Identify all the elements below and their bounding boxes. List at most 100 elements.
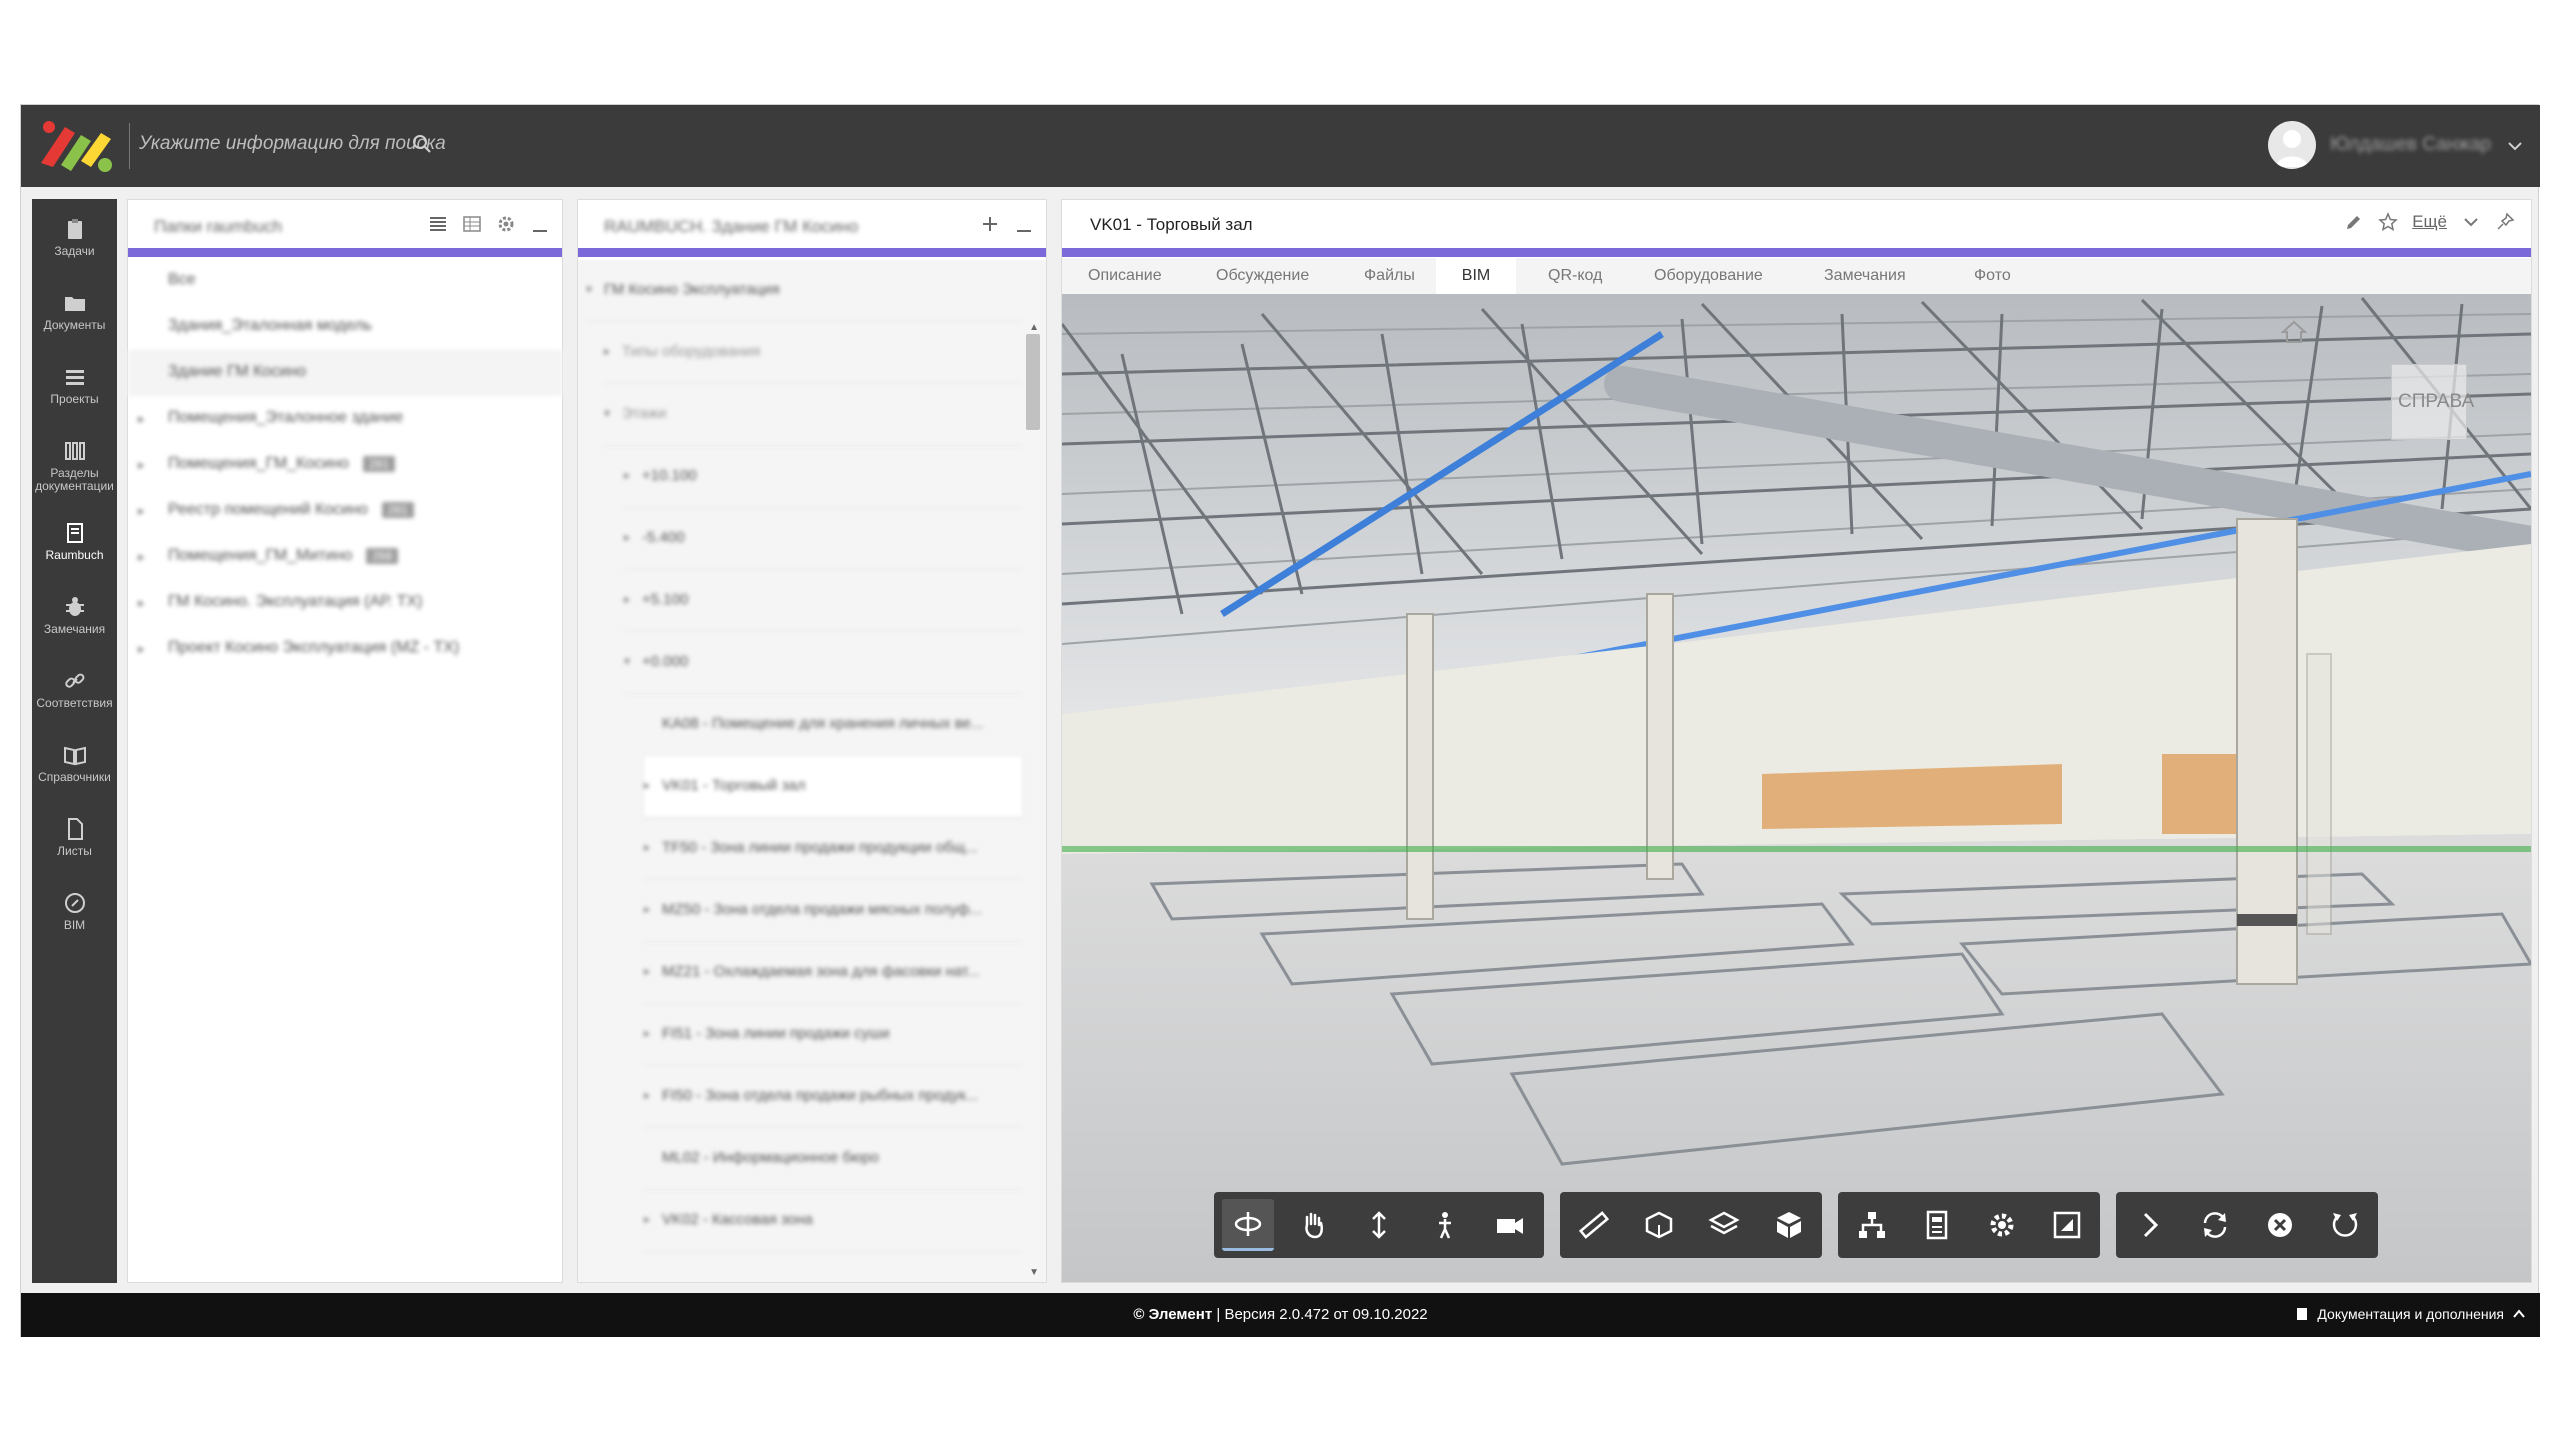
minimize-icon[interactable] bbox=[1014, 214, 1034, 234]
list-item[interactable]: ▸ Помещения_ГМ_Митино 268 bbox=[128, 534, 562, 580]
list-item[interactable]: Все bbox=[128, 258, 562, 304]
tab-discussion[interactable]: Обсуждение bbox=[1204, 258, 1321, 294]
bim-viewer[interactable]: СПРАВА bbox=[1062, 294, 2531, 1282]
footer-docs-link[interactable]: Документация и дополнения bbox=[2295, 1306, 2526, 1322]
list-item[interactable]: ▸ Помещения_ГМ_Косино 281 bbox=[128, 442, 562, 488]
list-item[interactable]: ▸ Реестр помещений Косино 281 bbox=[128, 488, 562, 534]
expand-arrow-icon[interactable]: ▸ bbox=[138, 641, 145, 657]
add-icon[interactable] bbox=[980, 214, 1000, 234]
tab-qr-code[interactable]: QR-код bbox=[1536, 258, 1614, 294]
expand-arrow-icon[interactable]: ▸ bbox=[138, 549, 145, 565]
tree-item[interactable]: ▸ Типы оборудования bbox=[604, 322, 1022, 384]
expand-arrow-icon[interactable]: ▸ bbox=[624, 530, 630, 544]
expand-arrow-icon[interactable]: ▸ bbox=[644, 902, 650, 916]
model-tree-button[interactable] bbox=[1846, 1199, 1897, 1251]
close-button[interactable] bbox=[2254, 1199, 2305, 1251]
list-view-icon[interactable] bbox=[428, 214, 448, 234]
expand-arrow-icon[interactable]: ▸ bbox=[624, 592, 630, 606]
expand-arrow-icon[interactable]: ▸ bbox=[644, 964, 650, 978]
list-item[interactable]: ▸ ГМ Косино. Эксплуатация (АР. ТХ) bbox=[128, 580, 562, 626]
minimize-icon[interactable] bbox=[530, 214, 550, 234]
avatar[interactable] bbox=[2268, 121, 2316, 169]
tree-item[interactable]: ▸ FI51 - Зона линии продажи суши bbox=[644, 1004, 1022, 1066]
nav-item-tasks[interactable]: Задачи bbox=[32, 207, 117, 273]
gear-icon[interactable] bbox=[496, 214, 516, 234]
refresh-button[interactable] bbox=[2189, 1199, 2240, 1251]
nav-item-sections[interactable]: Разделы документации bbox=[32, 429, 117, 503]
expand-arrow-icon[interactable]: ▸ bbox=[624, 468, 630, 482]
zoom-tool-button[interactable] bbox=[1353, 1199, 1405, 1251]
chevron-down-icon[interactable] bbox=[2461, 212, 2481, 232]
measure-tool-button[interactable] bbox=[1568, 1199, 1619, 1251]
list-item[interactable]: Здание ГМ Косино bbox=[128, 350, 562, 396]
nav-item-references[interactable]: Справочники bbox=[32, 733, 117, 799]
tree-item[interactable]: KA08 - Помещение для хранения личных ве.… bbox=[644, 694, 1022, 756]
chevron-down-icon[interactable] bbox=[2506, 137, 2524, 155]
expand-arrow-icon[interactable]: ▸ bbox=[644, 1212, 650, 1226]
orbit-tool-button[interactable] bbox=[1222, 1199, 1274, 1251]
scrollbar-thumb[interactable] bbox=[1026, 334, 1040, 430]
expand-arrow-icon[interactable]: ▸ bbox=[138, 503, 145, 519]
tree-item[interactable]: ▸ VK01 - Торговый зал bbox=[644, 756, 1022, 818]
user-menu[interactable]: Юлдашев Санжар bbox=[2268, 119, 2528, 173]
expand-arrow-icon[interactable]: ▸ bbox=[604, 344, 610, 358]
bim-3d-scene[interactable] bbox=[1062, 294, 2531, 1282]
tree-item[interactable]: ▸ -5.400 bbox=[624, 508, 1022, 570]
tab-bim[interactable]: BIM bbox=[1436, 258, 1516, 294]
scroll-up-icon[interactable]: ▲ bbox=[1029, 322, 1039, 333]
properties-button[interactable] bbox=[1911, 1199, 1962, 1251]
star-icon[interactable] bbox=[2378, 212, 2398, 232]
tree-item[interactable]: ML02 - Информационное бюро bbox=[644, 1128, 1022, 1190]
collapse-arrow-icon[interactable]: ▾ bbox=[604, 406, 610, 420]
view-cube[interactable]: СПРАВА bbox=[2391, 364, 2474, 440]
nav-item-projects[interactable]: Проекты bbox=[32, 355, 117, 421]
nav-item-remarks[interactable]: Замечания bbox=[32, 585, 117, 651]
tab-remarks[interactable]: Замечания bbox=[1812, 258, 1918, 294]
pin-icon[interactable] bbox=[2495, 212, 2515, 232]
section-tool-button[interactable] bbox=[1633, 1199, 1684, 1251]
nav-item-raumbuch[interactable]: Raumbuch bbox=[32, 511, 117, 577]
list-item[interactable]: ▸ Проект Косино Эксплуатация (МZ - ТХ) bbox=[128, 626, 562, 672]
more-button[interactable]: Ещё bbox=[2412, 212, 2447, 232]
collapse-arrow-icon[interactable]: ▾ bbox=[624, 654, 630, 668]
tree-item[interactable]: ▸ FI50 - Зона отдела продажи рыбных проду… bbox=[644, 1066, 1022, 1128]
tab-files[interactable]: Файлы bbox=[1352, 258, 1427, 294]
tree-item[interactable]: ▸ +5.100 bbox=[624, 570, 1022, 632]
pencil-icon[interactable] bbox=[2344, 212, 2364, 232]
scroll-down-icon[interactable]: ▼ bbox=[1029, 1267, 1039, 1278]
tree-item[interactable]: ▸ MZ21 - Охлаждаемая зона для фасовки нат… bbox=[644, 942, 1022, 1004]
expand-arrow-icon[interactable]: ▸ bbox=[644, 1026, 650, 1040]
explode-tool-button[interactable] bbox=[1763, 1199, 1814, 1251]
tree-item[interactable]: ▸ +10.100 bbox=[624, 446, 1022, 508]
element-logo-icon[interactable] bbox=[35, 115, 119, 177]
expand-arrow-icon[interactable]: ▸ bbox=[644, 840, 650, 854]
list-item[interactable]: ▸ Помещения_Эталонное здание bbox=[128, 396, 562, 442]
tree-item[interactable]: ▸ MZ50 - Зона отдела продажи мясных полуф… bbox=[644, 880, 1022, 942]
tab-description[interactable]: Описание bbox=[1076, 258, 1174, 294]
tree-item[interactable]: ▾ +0.000 bbox=[624, 632, 1022, 694]
table-view-icon[interactable] bbox=[462, 214, 482, 234]
expand-arrow-icon[interactable]: ▸ bbox=[644, 778, 650, 792]
reset-view-button[interactable] bbox=[2319, 1199, 2370, 1251]
tree-item[interactable]: ▸ TF50 - Зона линии продажи продукции общ… bbox=[644, 818, 1022, 880]
collapse-arrow-icon[interactable]: ▾ bbox=[586, 282, 592, 296]
tree-item[interactable]: ▾ Этажи bbox=[604, 384, 1022, 446]
settings-button[interactable] bbox=[1976, 1199, 2027, 1251]
tab-photos[interactable]: Фото bbox=[1962, 258, 2023, 294]
nav-item-matches[interactable]: Соответствия bbox=[32, 659, 117, 725]
tree-item[interactable]: ▸ VK02 - Кассовая зона bbox=[644, 1190, 1022, 1252]
list-item[interactable]: Здания_Эталонная модель bbox=[128, 304, 562, 350]
pan-tool-button[interactable] bbox=[1288, 1199, 1340, 1251]
search-input[interactable]: Укажите информацию для поиска bbox=[139, 133, 446, 155]
fullscreen-button[interactable] bbox=[2041, 1199, 2092, 1251]
expand-arrow-icon[interactable]: ▸ bbox=[138, 457, 145, 473]
tree-item[interactable]: ▾ ГМ Косино Эксплуатация bbox=[586, 260, 1022, 322]
walk-tool-button[interactable] bbox=[1419, 1199, 1471, 1251]
expand-arrow-icon[interactable]: ▸ bbox=[138, 595, 145, 611]
expand-arrow-icon[interactable]: ▸ bbox=[138, 411, 145, 427]
next-button[interactable] bbox=[2124, 1199, 2175, 1251]
tab-equipment[interactable]: Оборудование bbox=[1642, 258, 1775, 294]
layers-tool-button[interactable] bbox=[1698, 1199, 1749, 1251]
home-icon[interactable] bbox=[2281, 320, 2307, 344]
nav-item-sheets[interactable]: Листы bbox=[32, 807, 117, 873]
